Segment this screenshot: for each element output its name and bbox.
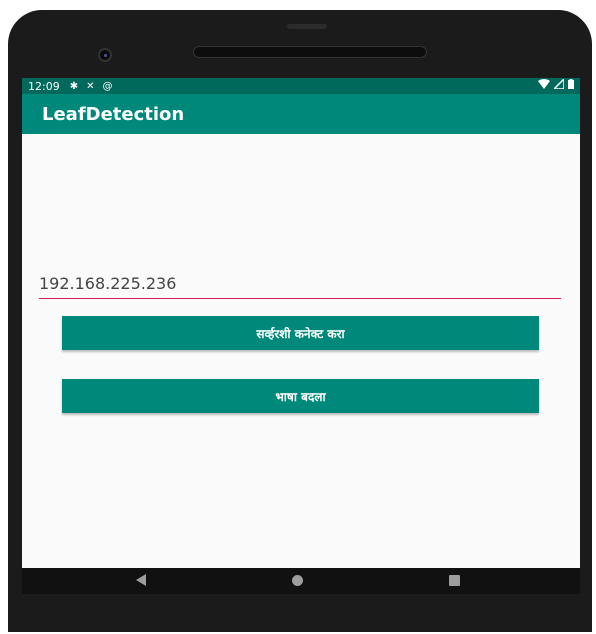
app-title: LeafDetection — [42, 103, 185, 125]
earpiece-speaker — [193, 46, 427, 58]
status-right-icons — [538, 79, 574, 89]
top-speaker — [287, 24, 327, 29]
server-ip-input[interactable] — [39, 272, 561, 299]
battery-icon — [568, 79, 574, 89]
change-language-button[interactable]: भाषा बदला — [62, 379, 539, 413]
navigation-bar — [22, 568, 580, 594]
signal-icon — [554, 79, 564, 89]
recents-icon[interactable] — [449, 575, 460, 586]
device-screen: 12:09 ✱ ✕ @ LeafDetection सर्व्हरशी कनेक… — [22, 78, 580, 568]
tools-icon: ✕ — [86, 80, 95, 92]
back-icon[interactable] — [136, 574, 146, 586]
wifi-icon — [538, 79, 550, 89]
gear-icon: ✱ — [69, 80, 79, 92]
app-bar: LeafDetection — [22, 94, 580, 134]
at-icon: @ — [102, 80, 113, 92]
connect-to-server-button[interactable]: सर्व्हरशी कनेक्ट करा — [62, 316, 539, 350]
home-icon[interactable] — [292, 575, 303, 586]
status-time: 12:09 — [28, 79, 60, 93]
status-bar: 12:09 ✱ ✕ @ — [22, 78, 580, 94]
front-camera-icon — [98, 48, 112, 62]
